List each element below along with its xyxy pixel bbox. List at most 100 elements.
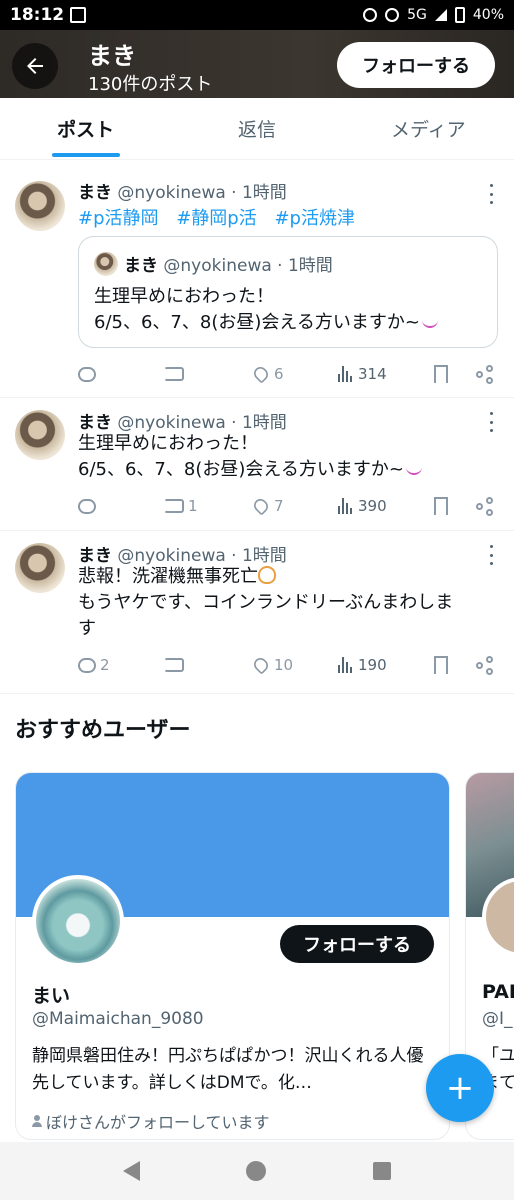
retweet-icon xyxy=(164,367,184,381)
suggestions-title: おすすめユーザー xyxy=(15,718,191,743)
hashtags[interactable]: #p活静岡 #静岡p活 #p活焼津 xyxy=(78,204,355,230)
suggested-follow-button[interactable]: フォローする xyxy=(280,925,434,963)
share-icon xyxy=(476,656,494,675)
author-handle: @nyokinewa xyxy=(117,413,226,433)
views-button[interactable]: 390 xyxy=(338,497,434,515)
heart-icon xyxy=(251,364,271,384)
like-button[interactable]: 10 xyxy=(251,655,338,675)
tweet-time: · 1時間 xyxy=(231,413,287,433)
like-count: 10 xyxy=(274,656,294,674)
like-button[interactable]: 7 xyxy=(251,496,338,516)
quoted-tweet[interactable]: まき @nyokinewa · 1時間 生理早めにおわった！ 6/5、6、7、8… xyxy=(78,236,498,348)
reply-button[interactable] xyxy=(78,498,164,514)
quote-author-handle: @nyokinewa xyxy=(163,256,272,276)
tweet-actions: 2 10 190 xyxy=(78,653,498,677)
tweet-text-line2: 6/5、6、7、8(お昼)会える方いますか~ xyxy=(78,459,404,480)
tweet-actions: 6 314 xyxy=(78,362,498,386)
like-button[interactable]: 6 xyxy=(251,364,338,384)
back-button[interactable] xyxy=(12,43,58,89)
avatar[interactable] xyxy=(15,410,65,460)
compose-button[interactable]: + xyxy=(426,1054,494,1122)
data-saver-icon xyxy=(385,8,400,22)
share-icon xyxy=(476,365,494,384)
smile-emoji-icon xyxy=(421,320,438,328)
retweet-button[interactable] xyxy=(164,658,252,672)
views-button[interactable]: 314 xyxy=(338,365,434,383)
follow-button[interactable]: フォローする xyxy=(337,42,495,88)
suggested-user-bio: 静岡県磐田住み！円ぷちぱぱかつ！沢山くれる人優先しています。詳しくはDMで。化… xyxy=(32,1046,424,1093)
bookmark-icon xyxy=(434,656,448,674)
tab-media[interactable]: メディア xyxy=(343,98,514,159)
alarm-icon xyxy=(363,8,378,22)
author-handle: @nyokinewa xyxy=(117,183,226,203)
notification-icon xyxy=(70,7,87,23)
bar-chart-icon xyxy=(338,366,354,382)
nav-home-icon[interactable] xyxy=(246,1161,267,1181)
tweet-meta: まき @nyokinewa · 1時間 xyxy=(78,178,287,203)
more-icon[interactable] xyxy=(488,184,494,204)
reply-button[interactable]: 2 xyxy=(78,656,164,674)
author-name: まき xyxy=(78,546,112,566)
bookmark-button[interactable] xyxy=(434,656,476,674)
share-icon xyxy=(476,497,494,516)
view-count: 390 xyxy=(358,497,387,515)
avatar[interactable] xyxy=(15,543,65,593)
tweet-time: · 1時間 xyxy=(231,183,287,203)
quote-text-line1: 生理早めにおわった！ xyxy=(94,286,274,307)
tweet-text-line1: 悲報！洗濯機無事死亡 xyxy=(78,566,258,587)
reply-count: 2 xyxy=(100,656,110,674)
bookmark-icon xyxy=(434,365,448,383)
tab-replies[interactable]: 返信 xyxy=(171,98,342,159)
retweet-icon xyxy=(164,499,184,513)
retweet-button[interactable] xyxy=(164,367,252,381)
like-count: 7 xyxy=(274,497,284,515)
reply-icon xyxy=(78,366,96,382)
bar-chart-icon xyxy=(338,657,354,673)
profile-header: まき 130件のポスト フォローする xyxy=(0,30,514,98)
like-count: 6 xyxy=(274,365,284,383)
heart-icon xyxy=(251,496,271,516)
quote-text-line2: 6/5、6、7、8(お昼)会える方いますか~ xyxy=(94,312,420,333)
battery-icon xyxy=(454,7,465,23)
suggested-user-name: まい xyxy=(32,985,71,1007)
more-icon[interactable] xyxy=(488,545,494,565)
nav-back-icon[interactable] xyxy=(123,1161,141,1181)
bookmark-button[interactable] xyxy=(434,365,476,383)
smile-emoji-icon xyxy=(405,467,422,475)
heart-icon xyxy=(251,655,271,675)
profile-tabs: ポスト 返信 メディア xyxy=(0,98,514,160)
bar-chart-icon xyxy=(338,498,354,514)
person-icon xyxy=(32,1115,42,1127)
quote-text: 生理早めにおわった！ 6/5、6、7、8(お昼)会える方いますか~ xyxy=(94,284,438,336)
share-button[interactable] xyxy=(476,365,498,384)
suggested-user-avatar[interactable] xyxy=(32,875,124,967)
avatar[interactable] xyxy=(15,181,65,231)
author-handle: @nyokinewa xyxy=(117,546,226,566)
suggested-user-card[interactable]: フォローする まい @Maimaichan_9080 静岡県磐田住み！円ぷちぱぱ… xyxy=(15,772,450,1140)
bookmark-button[interactable] xyxy=(434,497,476,515)
signal-icon xyxy=(434,9,447,21)
tweet[interactable]: まき @nyokinewa · 1時間 #p活静岡 #静岡p活 #p活焼津 まき… xyxy=(0,160,514,398)
followed-by: ぼけさんがフォローしています xyxy=(32,1109,270,1133)
status-bar: 18:12 5G 40% xyxy=(0,0,514,30)
reply-button[interactable] xyxy=(78,366,164,382)
tweet-meta: まき @nyokinewa · 1時間 xyxy=(78,541,287,566)
share-button[interactable] xyxy=(476,656,498,675)
tweet-text: 悲報！洗濯機無事死亡 もうヤケです、コインランドリーぶんまわしま す xyxy=(78,564,498,642)
nav-recents-icon[interactable] xyxy=(372,1162,391,1180)
quote-time: · 1時間 xyxy=(277,256,333,276)
network-label: 5G xyxy=(407,7,427,23)
followed-by-text: ぼけさんがフォローしています xyxy=(46,1113,270,1132)
retweet-icon xyxy=(164,658,184,672)
share-button[interactable] xyxy=(476,497,498,516)
retweet-button[interactable]: 1 xyxy=(164,497,252,515)
tweet[interactable]: まき @nyokinewa · 1時間 悲報！洗濯機無事死亡 もうヤケです、コイ… xyxy=(0,531,514,694)
views-button[interactable]: 190 xyxy=(338,656,434,674)
system-nav-bar xyxy=(0,1142,514,1200)
quote-meta: まき @nyokinewa · 1時間 xyxy=(124,251,333,276)
tweet[interactable]: まき @nyokinewa · 1時間 生理早めにおわった！ 6/5、6、7、8… xyxy=(0,398,514,531)
author-name: まき xyxy=(78,413,112,433)
reply-icon xyxy=(78,498,96,514)
tab-posts[interactable]: ポスト xyxy=(0,98,171,159)
more-icon[interactable] xyxy=(488,412,494,432)
